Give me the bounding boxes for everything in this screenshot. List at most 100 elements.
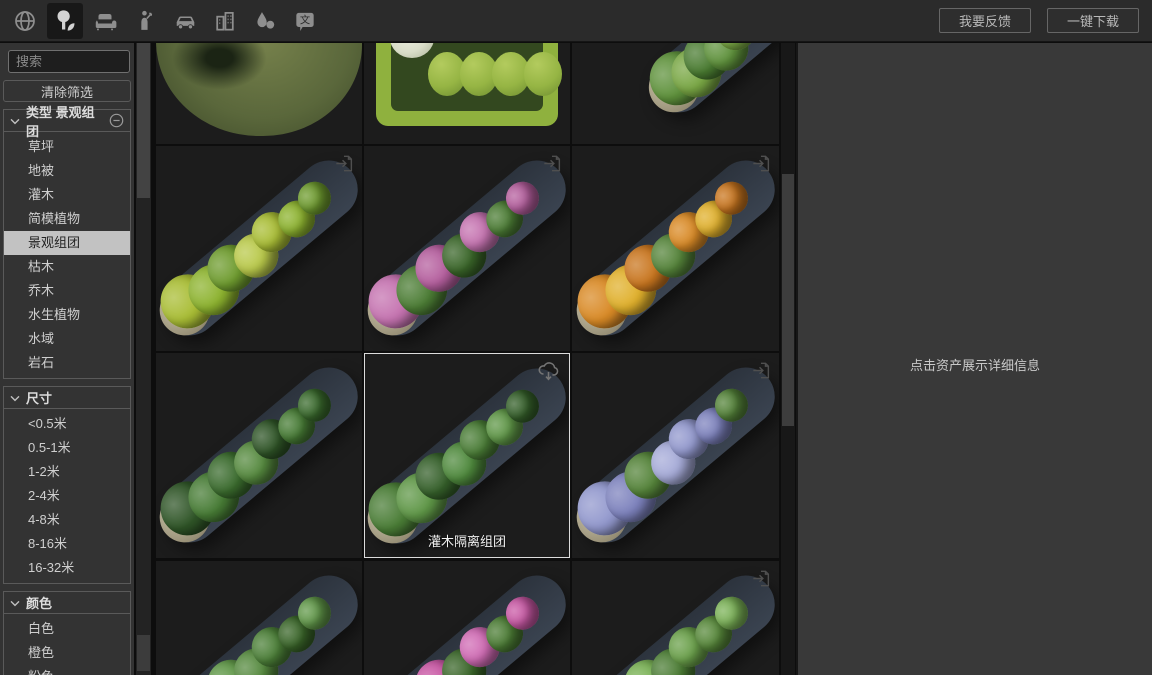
filter-section-title: 尺寸	[26, 388, 52, 407]
filter-item[interactable]: 粉色	[4, 665, 130, 675]
tree-shadow	[172, 43, 267, 90]
text-bubble-icon: 文	[287, 3, 323, 39]
detail-placeholder-text: 点击资产展示详细信息	[798, 355, 1152, 374]
asset-thumbnail	[156, 43, 362, 136]
filter-item[interactable]: 灌木	[4, 183, 130, 207]
filter-section-header[interactable]: 颜色	[3, 591, 131, 614]
grid-scrollbar-thumb[interactable]	[782, 174, 794, 426]
oval-bush	[524, 52, 562, 96]
remove-filter-icon[interactable]	[109, 113, 124, 128]
asset-card[interactable]	[156, 561, 362, 675]
sofa-icon	[87, 3, 123, 39]
filter-item[interactable]: 1-2米	[4, 460, 130, 484]
asset-card[interactable]	[156, 43, 362, 144]
sidebar-scrollbar-end[interactable]	[137, 635, 150, 671]
filter-item[interactable]: 地被	[4, 159, 130, 183]
sidebar-scrollbar-thumb[interactable]	[137, 43, 150, 198]
asset-card[interactable]	[364, 43, 570, 144]
filter-item[interactable]: 景观组团	[4, 231, 130, 255]
asset-thumbnail	[156, 356, 362, 555]
asset-card[interactable]: 灌木隔离组团	[364, 353, 570, 558]
filter-section-title: 类型 景观组团	[26, 102, 103, 140]
asset-card[interactable]	[364, 146, 570, 351]
tab-furniture[interactable]	[85, 0, 125, 42]
droplet-icon	[247, 3, 283, 39]
filter-item[interactable]: <0.5米	[4, 412, 130, 436]
asset-card[interactable]	[156, 353, 362, 558]
import-icon[interactable]	[749, 152, 772, 180]
toolbar-actions: 我要反馈 一键下载	[939, 8, 1152, 33]
asset-thumbnail	[638, 43, 779, 124]
import-icon[interactable]	[540, 152, 563, 180]
asset-thumbnail	[376, 43, 558, 126]
chevron-down-icon	[10, 390, 20, 405]
grid-scrollbar[interactable]	[781, 43, 795, 675]
asset-grid: 灌木隔离组团	[156, 43, 780, 675]
asset-card[interactable]	[572, 146, 779, 351]
filter-item[interactable]: 4-8米	[4, 508, 130, 532]
filter-sidebar: 清除筛选 类型 景观组团草坪地被灌木简模植物景观组团枯木乔木水生植物水域岩石尺寸…	[0, 43, 134, 675]
filter-item[interactable]: 岩石	[4, 351, 130, 375]
detail-panel: 点击资产展示详细信息	[796, 43, 1152, 675]
tree-icon	[47, 3, 83, 39]
search-input[interactable]	[8, 50, 130, 73]
filter-item-list: 白色橙色粉色	[3, 614, 131, 675]
filter-item[interactable]: 水域	[4, 327, 130, 351]
clear-filters-button[interactable]: 清除筛选	[3, 80, 131, 102]
filter-item-list: 草坪地被灌木简模植物景观组团枯木乔木水生植物水域岩石	[3, 132, 131, 379]
tab-text[interactable]: 文	[285, 0, 325, 42]
download-cloud-icon[interactable]	[535, 360, 562, 392]
tab-plants[interactable]	[45, 0, 85, 42]
filter-item[interactable]: 水生植物	[4, 303, 130, 327]
filter-item[interactable]: 简模植物	[4, 207, 130, 231]
filter-section-title: 颜色	[26, 593, 52, 612]
asset-card-label: 灌木隔离组团	[365, 531, 569, 550]
chevron-down-icon	[10, 595, 20, 610]
filter-item-list: <0.5米0.5-1米1-2米2-4米4-8米8-16米16-32米	[3, 409, 131, 584]
asset-card[interactable]	[572, 43, 779, 144]
filter-item[interactable]: 乔木	[4, 279, 130, 303]
filter-item[interactable]: 8-16米	[4, 532, 130, 556]
asset-thumbnail	[572, 564, 779, 675]
asset-card[interactable]	[572, 353, 779, 558]
asset-thumbnail	[572, 149, 779, 348]
filter-item[interactable]: 0.5-1米	[4, 436, 130, 460]
filter-item[interactable]: 枯木	[4, 255, 130, 279]
import-icon[interactable]	[749, 359, 772, 387]
filter-item[interactable]: 橙色	[4, 641, 130, 665]
asset-card[interactable]	[572, 561, 779, 675]
chevron-down-icon	[10, 113, 20, 128]
download-all-button[interactable]: 一键下载	[1047, 8, 1139, 33]
tab-scenes[interactable]	[5, 0, 45, 42]
import-icon[interactable]	[749, 567, 772, 595]
svg-text:文: 文	[300, 13, 310, 26]
category-tabs: 文	[5, 0, 325, 42]
sidebar-scrollbar[interactable]	[136, 43, 151, 675]
tab-buildings[interactable]	[205, 0, 245, 42]
globe-icon	[7, 3, 43, 39]
feedback-button[interactable]: 我要反馈	[939, 8, 1031, 33]
asset-thumbnail	[156, 564, 362, 675]
car-icon	[167, 3, 203, 39]
filter-section-1: 尺寸 <0.5米0.5-1米1-2米2-4米4-8米8-16米16-32米	[3, 386, 131, 584]
building-icon	[207, 3, 243, 39]
filter-item[interactable]: 2-4米	[4, 484, 130, 508]
filter-item[interactable]: 白色	[4, 617, 130, 641]
tab-materials[interactable]	[245, 0, 285, 42]
filter-section-0: 类型 景观组团草坪地被灌木简模植物景观组团枯木乔木水生植物水域岩石	[3, 109, 131, 379]
top-toolbar: 文 我要反馈 一键下载	[0, 0, 1152, 42]
asset-card[interactable]	[156, 146, 362, 351]
import-icon[interactable]	[332, 152, 355, 180]
tab-vehicles[interactable]	[165, 0, 205, 42]
filter-section-2: 颜色白色橙色粉色	[3, 591, 131, 675]
asset-library-window: 文 我要反馈 一键下载 清除筛选 类型 景观组团草坪地被灌木简模植物景观组团枯木…	[0, 0, 1152, 675]
filter-item[interactable]: 16-32米	[4, 556, 130, 580]
filter-section-header[interactable]: 尺寸	[3, 386, 131, 409]
asset-card[interactable]	[364, 561, 570, 675]
person-icon	[127, 3, 163, 39]
tab-characters[interactable]	[125, 0, 165, 42]
filter-sections: 类型 景观组团草坪地被灌木简模植物景观组团枯木乔木水生植物水域岩石尺寸 <0.5米…	[0, 109, 134, 675]
asset-thumbnail	[572, 356, 779, 555]
asset-thumbnail	[364, 564, 570, 675]
filter-section-header[interactable]: 类型 景观组团	[3, 109, 131, 132]
